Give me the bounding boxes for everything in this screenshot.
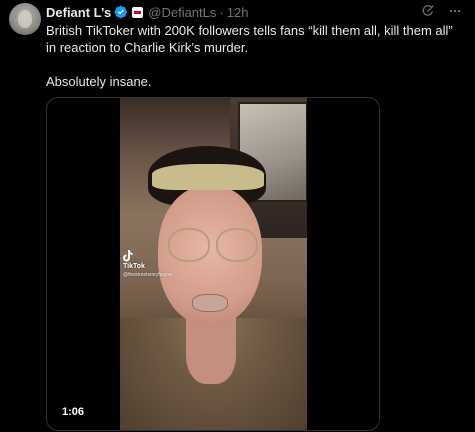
video-subject-headband — [152, 164, 264, 190]
grok-icon[interactable] — [421, 4, 435, 18]
glasses-left-lens — [168, 228, 210, 262]
video-media[interactable]: TikTok @thestreetsmryfsayss 1:06 — [46, 97, 380, 431]
tweet-top-actions — [421, 4, 463, 18]
tiktok-username: @thestreetsmryfsayss — [123, 272, 173, 278]
video-subject-mouth — [192, 294, 228, 312]
tiktok-brand: TikTok — [123, 263, 145, 270]
tweet-text-line: British TikToker with 200K followers tel… — [46, 23, 453, 55]
tweet-text: British TikToker with 200K followers tel… — [46, 22, 466, 90]
video-player[interactable]: TikTok @thestreetsmryfsayss — [120, 98, 307, 430]
tweet-header: Defiant L’s @DefiantLs · 12h — [46, 3, 248, 21]
tiktok-watermark: TikTok @thestreetsmryfsayss — [123, 250, 173, 279]
separator-dot: · — [219, 4, 224, 20]
more-icon[interactable] — [447, 4, 463, 18]
glasses-right-lens — [216, 228, 258, 262]
tiktok-logo-icon — [123, 250, 133, 262]
timestamp[interactable]: 12h — [227, 5, 249, 20]
tweet-text-line: Absolutely insane. — [46, 74, 152, 89]
video-duration-badge: 1:06 — [57, 404, 90, 421]
affiliate-badge-icon[interactable] — [132, 6, 144, 18]
display-name[interactable]: Defiant L’s — [46, 5, 111, 20]
handle[interactable]: @DefiantLs — [148, 5, 216, 20]
tweet[interactable]: Defiant L’s @DefiantLs · 12h British Tik… — [0, 0, 475, 432]
avatar[interactable] — [9, 3, 41, 35]
verified-badge-icon[interactable] — [114, 5, 128, 19]
